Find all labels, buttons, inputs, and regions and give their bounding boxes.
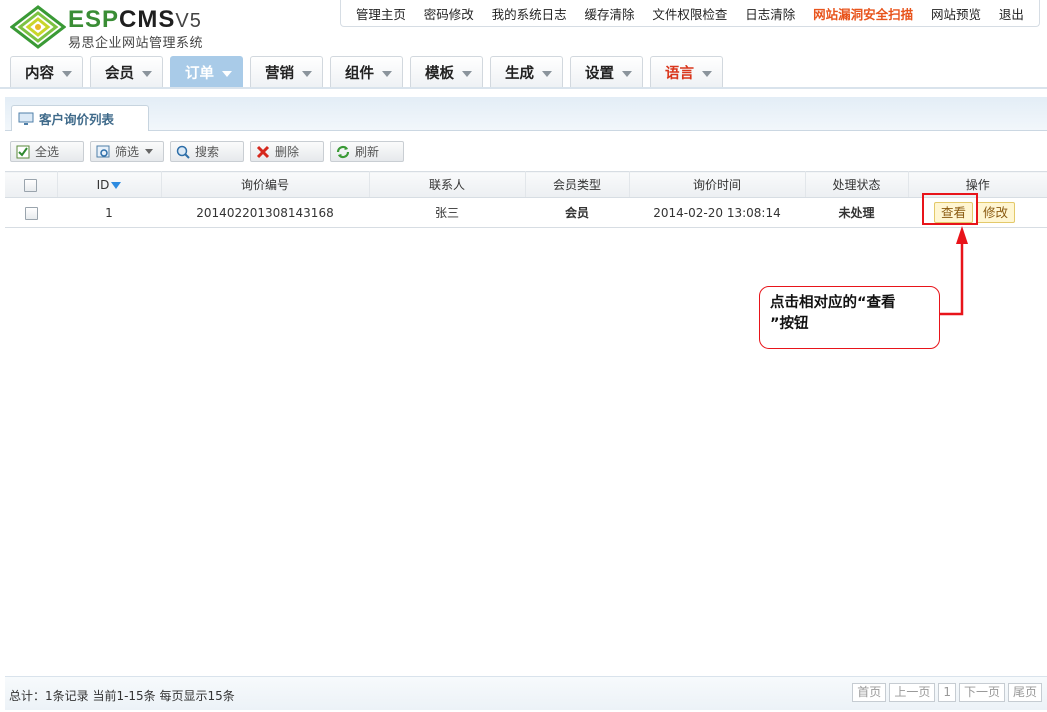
callout-line-2: ”按钮	[770, 316, 809, 332]
main-nav: 内容 会员 订单 营销 组件 模板 生成 设置 语言	[10, 56, 723, 88]
select-all-icon	[15, 144, 31, 160]
select-all-button[interactable]: 全选	[10, 141, 84, 162]
header-number: 询价编号	[161, 171, 370, 198]
nav-tab-templates[interactable]: 模板	[410, 56, 483, 88]
header-member-type: 会员类型	[525, 171, 630, 198]
pagination: 首页 上一页 1 下一页 尾页	[852, 683, 1042, 702]
header-id[interactable]: ID	[57, 171, 162, 198]
top-link-permission-check[interactable]: 文件权限检查	[652, 4, 727, 23]
top-link-preview[interactable]: 网站预览	[931, 4, 981, 23]
chevron-down-icon	[462, 70, 472, 77]
nav-tab-member[interactable]: 会员	[90, 56, 163, 88]
chevron-down-icon	[302, 70, 312, 77]
chevron-down-icon	[145, 149, 154, 154]
filter-dropdown[interactable]: 筛选	[90, 141, 164, 162]
callout-line-1: 点击相对应的“查看	[770, 295, 896, 311]
espcms-logo-icon	[10, 5, 66, 49]
nav-tab-order[interactable]: 订单	[170, 56, 243, 88]
pager-prev[interactable]: 上一页	[889, 683, 936, 702]
row-checkbox[interactable]	[24, 206, 38, 220]
cell-member-type: 会员	[525, 197, 629, 228]
top-link-my-log[interactable]: 我的系统日志	[492, 4, 567, 23]
tab-inquiry-list[interactable]: 客户询价列表	[11, 105, 149, 131]
record-summary: 总计：1条记录 当前1-15条 每页显示15条	[9, 689, 235, 703]
nav-tab-settings[interactable]: 设置	[570, 56, 643, 88]
chevron-down-icon	[622, 70, 632, 77]
refresh-icon	[335, 144, 351, 160]
nav-tab-marketing[interactable]: 营销	[250, 56, 323, 88]
inquiry-table: ID 询价编号 联系人 会员类型 询价时间 处理状态 操作 1 20140220…	[5, 171, 1047, 228]
chevron-down-icon	[702, 70, 712, 77]
top-link-home[interactable]: 管理主页	[356, 4, 406, 23]
chevron-down-icon	[142, 70, 152, 77]
header-contact: 联系人	[369, 171, 526, 198]
pager-page[interactable]: 1	[938, 683, 956, 702]
top-links-bar: 管理主页 密码修改 我的系统日志 缓存清除 文件权限检查 日志清除 网站漏洞安全…	[340, 0, 1040, 27]
top-link-password[interactable]: 密码修改	[424, 4, 474, 23]
nav-tab-content[interactable]: 内容	[10, 56, 83, 88]
brand-subtitle: 易思企业网站管理系统	[68, 36, 204, 51]
monitor-icon	[18, 112, 34, 125]
nav-divider	[0, 87, 1047, 89]
chevron-down-icon	[62, 70, 72, 77]
cell-contact: 张三	[369, 197, 525, 228]
pager-last[interactable]: 尾页	[1007, 683, 1042, 702]
sort-desc-icon[interactable]	[111, 181, 122, 189]
header-status: 处理状态	[805, 171, 909, 198]
chevron-down-icon	[542, 70, 552, 77]
toolbar: 全选 筛选 搜索 删除 刷新	[10, 141, 404, 163]
refresh-button[interactable]: 刷新	[330, 141, 404, 162]
header-select	[5, 171, 58, 198]
cell-id: 1	[57, 197, 161, 228]
logo: ESPCMSV5 易思企业网站管理系统	[10, 5, 230, 51]
cell-status: 未处理	[805, 197, 908, 228]
top-link-security-scan[interactable]: 网站漏洞安全扫描	[813, 4, 913, 23]
search-icon	[175, 144, 191, 160]
edit-button[interactable]: 修改	[976, 202, 1016, 223]
nav-tab-generate[interactable]: 生成	[490, 56, 563, 88]
header: ESPCMSV5 易思企业网站管理系统 管理主页 密码修改 我的系统日志 缓存清…	[0, 0, 1047, 92]
pager-next[interactable]: 下一页	[958, 683, 1005, 702]
cell-number: 201402201308143168	[161, 197, 369, 228]
view-button-highlight	[922, 193, 978, 225]
top-link-clear-log[interactable]: 日志清除	[745, 4, 795, 23]
nav-tab-language[interactable]: 语言	[650, 56, 723, 88]
chevron-down-icon	[222, 70, 232, 77]
select-all-checkbox[interactable]	[24, 178, 38, 192]
brand-name: ESPCMSV5	[68, 6, 202, 33]
delete-button[interactable]: 删除	[250, 141, 324, 162]
top-link-logout[interactable]: 退出	[999, 4, 1024, 23]
annotation-callout: 点击相对应的“查看 ”按钮	[759, 286, 940, 349]
cell-time: 2014-02-20 13:08:14	[629, 197, 805, 228]
table-row: 1 201402201308143168 张三 会员 2014-02-20 13…	[5, 197, 1047, 228]
search-button[interactable]: 搜索	[170, 141, 244, 162]
chevron-down-icon	[382, 70, 392, 77]
table-header-row: ID 询价编号 联系人 会员类型 询价时间 处理状态 操作	[5, 171, 1047, 198]
row-select	[5, 197, 57, 228]
panel-tab-bar: 客户询价列表	[5, 97, 1047, 131]
footer-bar: 总计：1条记录 当前1-15条 每页显示15条 首页 上一页 1 下一页 尾页	[5, 676, 1047, 710]
pager-first[interactable]: 首页	[852, 683, 887, 702]
delete-icon	[255, 144, 271, 160]
filter-icon	[95, 144, 111, 160]
header-time: 询价时间	[629, 171, 806, 198]
top-link-clear-cache[interactable]: 缓存清除	[585, 4, 635, 23]
nav-tab-components[interactable]: 组件	[330, 56, 403, 88]
